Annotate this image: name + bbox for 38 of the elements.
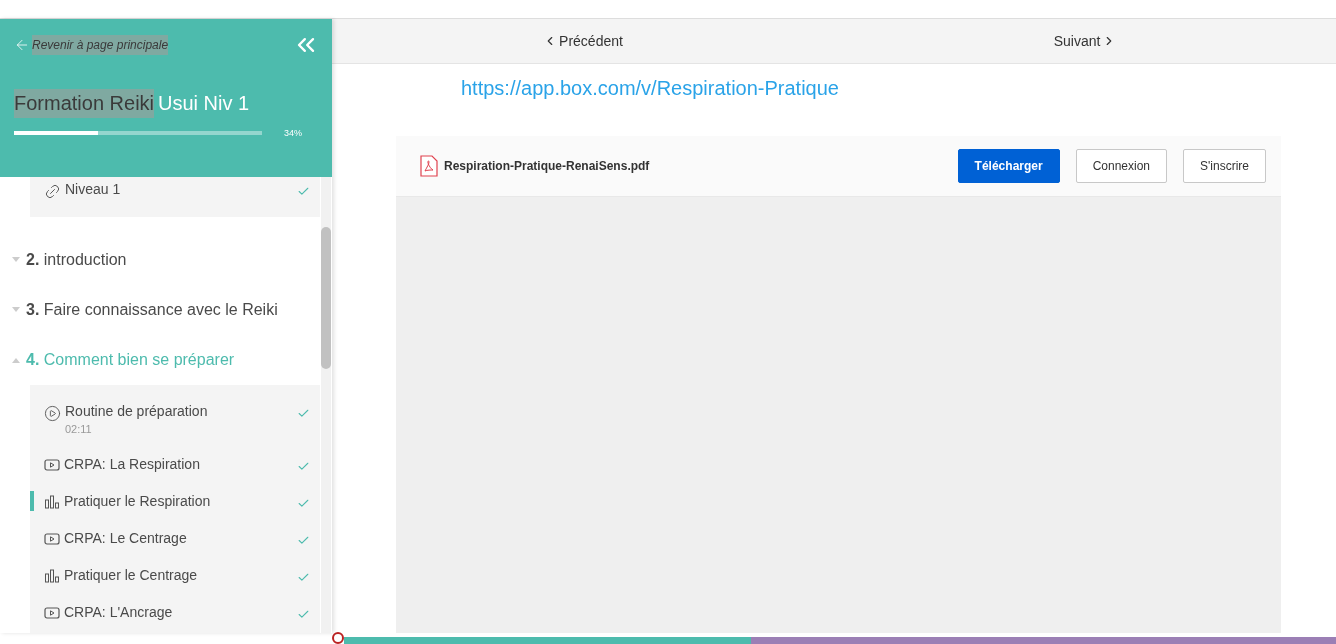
lesson-item[interactable]: Routine de préparation 02:11 (30, 385, 320, 448)
section-header[interactable]: 3. Faire connaissance avec le Reiki (0, 285, 320, 336)
lesson-title: Niveau 1 (65, 181, 122, 197)
caret-up-icon (12, 357, 20, 364)
course-title: Usui Niv 1 (158, 92, 250, 115)
next-link[interactable]: Suivant (834, 19, 1336, 63)
lesson-item[interactable]: CRPA: L'Ancrage (30, 596, 320, 633)
caret-down-icon (12, 307, 20, 314)
lesson-title: Routine de préparation (65, 403, 209, 419)
secondary-button[interactable]: S'inscrire (1183, 149, 1266, 183)
scrollbar[interactable] (321, 177, 331, 633)
lesson-item[interactable]: Niveau 1 (30, 177, 320, 217)
lesson-duration: 02:11 (65, 423, 93, 435)
bar-chart-icon (44, 495, 60, 509)
bar-chart-icon (44, 569, 60, 583)
play-circle-icon (44, 405, 61, 422)
section-header[interactable]: 2. introduction (0, 235, 320, 286)
video-icon (44, 532, 60, 546)
caret-down-icon (12, 257, 20, 264)
lesson-title: CRPA: L'Ancrage (64, 604, 174, 620)
video-icon (44, 458, 60, 472)
lesson-item[interactable]: Pratiquer le Centrage (30, 559, 320, 596)
lesson-title: Pratiquer le Centrage (64, 567, 199, 583)
course-title: Formation Reiki (14, 89, 155, 118)
previous-link[interactable]: Précédent (332, 19, 834, 63)
lesson-item[interactable]: CRPA: Le Centrage (30, 522, 320, 559)
progress-handle[interactable] (332, 632, 344, 644)
progress-percent: 34% (284, 128, 302, 138)
pdf-file-icon (420, 155, 438, 177)
lesson-title: CRPA: La Respiration (64, 456, 201, 472)
back-link[interactable]: Revenir à page principale (32, 35, 169, 55)
file-name: Respiration-Pratique-RenaiSens.pdf (444, 159, 651, 173)
video-icon (44, 606, 60, 620)
lesson-title: Pratiquer le Respiration (64, 493, 212, 509)
secondary-button[interactable]: Connexion (1075, 149, 1168, 183)
lesson-item[interactable]: CRPA: La Respiration (30, 448, 320, 485)
download-button[interactable]: Télécharger (957, 149, 1060, 183)
lesson-title: CRPA: Le Centrage (64, 530, 188, 546)
